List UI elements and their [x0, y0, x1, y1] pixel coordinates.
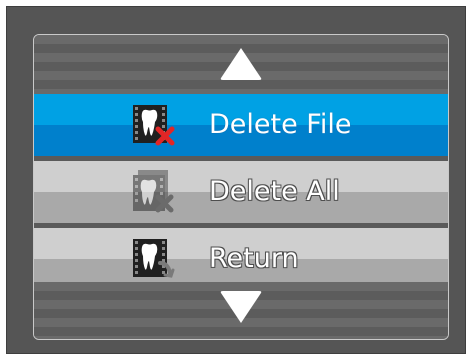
- menu-item-label: Return: [209, 243, 299, 274]
- tooth-delete-icon: [133, 105, 175, 146]
- menu-item-label: Delete File: [209, 109, 352, 140]
- dialog-frame: Delete File Delete All Return: [6, 6, 466, 354]
- menu-item-label: Delete All: [209, 176, 340, 207]
- arrow-down-icon: [220, 291, 262, 323]
- menu-item-delete-file[interactable]: Delete File: [34, 94, 448, 156]
- menu-item-return[interactable]: Return: [34, 228, 448, 290]
- arrow-up-icon: [220, 48, 262, 80]
- scroll-down-button[interactable]: [34, 282, 448, 339]
- tooth-delete-all-icon: [133, 170, 174, 213]
- menu-item-delete-all[interactable]: Delete All: [34, 161, 448, 223]
- menu-panel: Delete File Delete All Return: [33, 34, 449, 340]
- tooth-return-icon: [133, 239, 175, 278]
- scroll-up-button[interactable]: [34, 35, 448, 94]
